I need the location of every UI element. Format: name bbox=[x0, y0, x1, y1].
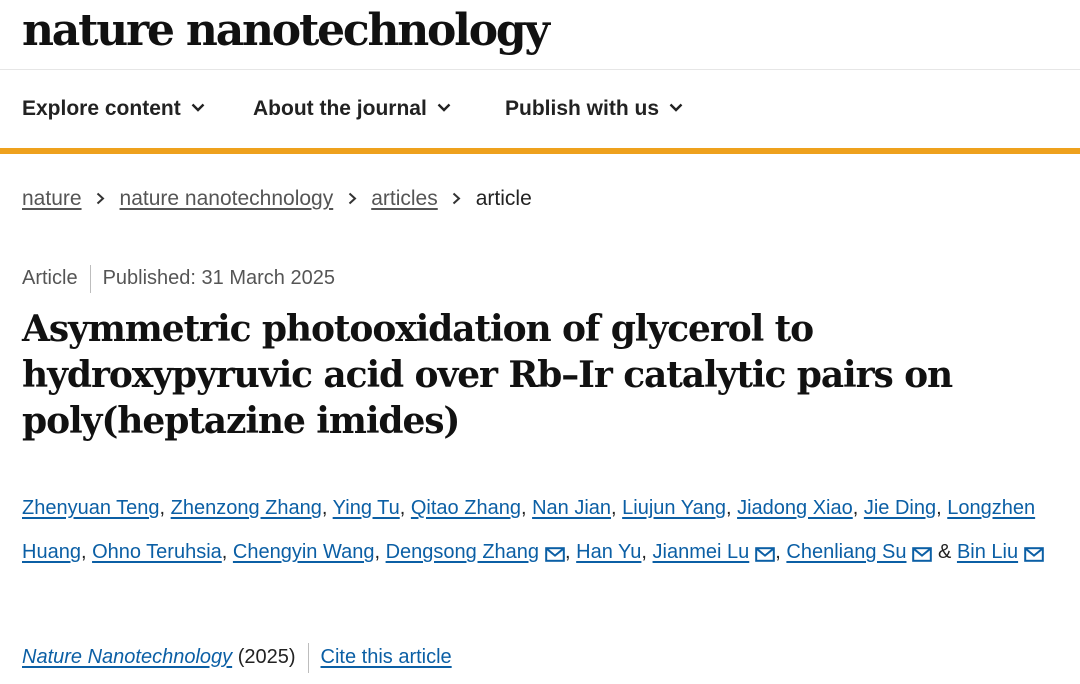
cite-article-link[interactable]: Cite this article bbox=[321, 646, 452, 668]
citation-line: Nature Nanotechnology (2025) Cite this ar… bbox=[22, 642, 452, 673]
article-title: Asymmetric photooxidation of glycerol to… bbox=[22, 308, 953, 442]
email-icon[interactable] bbox=[545, 534, 565, 578]
author-link[interactable]: Ohno Teruhsia bbox=[92, 541, 222, 563]
breadcrumb-link-nature[interactable]: nature bbox=[22, 187, 82, 210]
meta-divider bbox=[89, 264, 91, 293]
author-link[interactable]: Ying Tu bbox=[333, 497, 400, 519]
chevron-down-icon bbox=[191, 103, 205, 112]
breadcrumb-link-articles[interactable]: articles bbox=[371, 187, 438, 210]
nav-publish-with-us[interactable]: Publish with us bbox=[505, 70, 683, 148]
chevron-right-icon bbox=[333, 184, 371, 214]
author-link[interactable]: Qitao Zhang bbox=[411, 497, 521, 519]
chevron-right-icon bbox=[82, 184, 120, 214]
author-list: Zhenyuan Teng, Zhenzong Zhang, Ying Tu, … bbox=[22, 486, 1072, 578]
author-link[interactable]: Jie Ding bbox=[864, 497, 936, 519]
breadcrumb: nature nature nanotechnology articles artic… bbox=[22, 184, 532, 214]
chevron-down-icon bbox=[669, 103, 683, 112]
site-header: nature nanotechnology bbox=[0, 0, 1080, 70]
email-icon[interactable] bbox=[755, 534, 776, 578]
article-meta: Article Published: 31 March 2025 bbox=[22, 263, 335, 293]
journal-logo[interactable]: nature nanotechnology bbox=[22, 0, 550, 62]
author-link[interactable]: Chengyin Wang bbox=[233, 541, 375, 563]
nav-label: About the journal bbox=[253, 97, 427, 120]
author-link[interactable]: Zhenyuan Teng bbox=[22, 497, 160, 519]
author-link[interactable]: Liujun Yang bbox=[622, 497, 726, 519]
citation-divider bbox=[307, 642, 309, 673]
email-icon[interactable] bbox=[912, 534, 933, 578]
author-link[interactable]: Nan Jian bbox=[532, 497, 611, 519]
nav-label: Explore content bbox=[22, 97, 181, 120]
chevron-down-icon bbox=[437, 103, 451, 112]
nav-about-journal[interactable]: About the journal bbox=[253, 70, 451, 148]
author-link[interactable]: Dengsong Zhang bbox=[386, 541, 539, 563]
publication-year: (2025) bbox=[237, 646, 296, 668]
author-link[interactable]: Jiadong Xiao bbox=[737, 497, 853, 519]
breadcrumb-link-journal[interactable]: nature nanotechnology bbox=[120, 187, 334, 210]
nav-label: Publish with us bbox=[505, 97, 660, 120]
author-link[interactable]: Zhenzong Zhang bbox=[171, 497, 322, 519]
nav-explore-content[interactable]: Explore content bbox=[22, 70, 205, 148]
chevron-right-icon bbox=[438, 184, 476, 214]
publish-date: Published: 31 March 2025 bbox=[102, 267, 335, 289]
main-nav: Explore content About the journal Publis… bbox=[0, 70, 1080, 154]
author-link[interactable]: Bin Liu bbox=[957, 541, 1018, 563]
article-type: Article bbox=[22, 267, 78, 289]
author-link[interactable]: Jianmei Lu bbox=[653, 541, 750, 563]
journal-link[interactable]: Nature Nanotechnology bbox=[22, 646, 232, 668]
email-icon[interactable] bbox=[1024, 534, 1044, 578]
author-link[interactable]: Han Yu bbox=[576, 541, 641, 563]
author-link[interactable]: Chenliang Su bbox=[786, 541, 906, 563]
breadcrumb-current: article bbox=[475, 187, 532, 210]
